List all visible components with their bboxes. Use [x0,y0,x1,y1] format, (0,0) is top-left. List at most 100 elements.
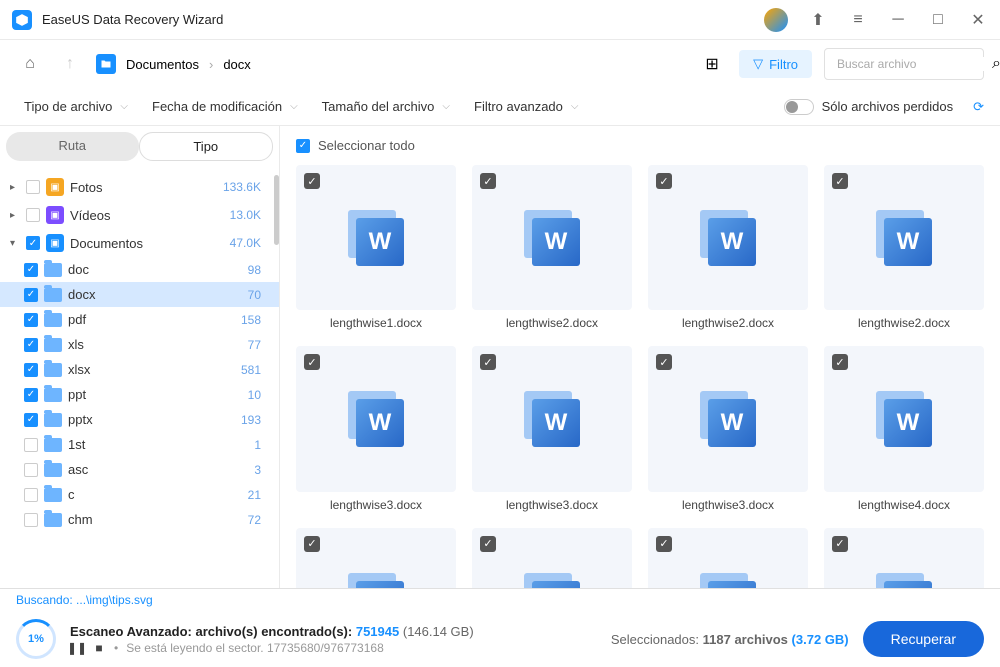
tree-subfolder[interactable]: ✓ pdf 158 [0,307,279,332]
file-checkbox[interactable]: ✓ [304,354,320,370]
filter-type[interactable]: Tipo de archivo⌵ [16,99,136,114]
view-mode-icon[interactable]: ⟳ [973,99,984,115]
checkbox[interactable] [26,208,40,222]
caret-icon[interactable]: ▸ [10,182,20,193]
tab-type[interactable]: Tipo [139,132,274,161]
filter-advanced[interactable]: Filtro avanzado⌵ [466,99,586,114]
tab-path[interactable]: Ruta [6,132,139,161]
file-checkbox[interactable]: ✓ [832,354,848,370]
checkbox[interactable]: ✓ [24,288,38,302]
file-card[interactable]: ✓ W [296,528,456,588]
checkbox[interactable] [26,180,40,194]
menu-icon[interactable]: ≡ [848,10,868,30]
chevron-down-icon: ⌵ [290,101,298,112]
minimize-icon[interactable]: ─ [888,10,908,30]
tree-category[interactable]: ▸ ▣ Fotos 133.6K [0,173,279,201]
file-checkbox[interactable]: ✓ [480,354,496,370]
file-thumb[interactable]: ✓ W [296,165,456,310]
file-checkbox[interactable]: ✓ [832,173,848,189]
checkbox[interactable] [24,513,38,527]
file-card[interactable]: ✓ W lengthwise4.docx [824,346,984,511]
tree-subfolder[interactable]: ✓ ppt 10 [0,382,279,407]
recover-button[interactable]: Recuperar [863,621,984,657]
caret-icon[interactable]: ▸ [10,210,20,221]
file-card[interactable]: ✓ W lengthwise3.docx [296,346,456,511]
file-thumb[interactable]: ✓ W [472,346,632,491]
file-card[interactable]: ✓ W lengthwise2.docx [472,165,632,330]
stop-button[interactable]: ■ [92,641,106,655]
tree-subfolder[interactable]: ✓ pptx 193 [0,407,279,432]
file-card[interactable]: ✓ W lengthwise3.docx [648,346,808,511]
breadcrumb-root[interactable]: Documentos [126,57,199,72]
tree-subfolder[interactable]: ✓ xlsx 581 [0,357,279,382]
file-checkbox[interactable]: ✓ [832,536,848,552]
maximize-icon[interactable]: □ [928,10,948,30]
tree-subfolder[interactable]: c 21 [0,482,279,507]
checkbox[interactable]: ✓ [24,313,38,327]
tree-subfolder[interactable]: 1st 1 [0,432,279,457]
checkbox[interactable] [24,438,38,452]
file-thumb[interactable]: ✓ W [648,165,808,310]
grid-view-button[interactable]: ⊞ [697,49,727,79]
file-card[interactable]: ✓ W [824,528,984,588]
file-thumb[interactable]: ✓ W [296,528,456,588]
share-icon[interactable]: ⬆ [808,10,828,30]
tree-label: ppt [68,387,242,402]
tree-subfolder[interactable]: ✓ xls 77 [0,332,279,357]
file-card[interactable]: ✓ W lengthwise2.docx [648,165,808,330]
file-thumb[interactable]: ✓ W [824,528,984,588]
select-all-checkbox[interactable]: ✓ [296,139,310,153]
filter-size[interactable]: Tamaño del archivo⌵ [314,99,458,114]
file-checkbox[interactable]: ✓ [304,536,320,552]
tree-subfolder[interactable]: chm 72 [0,507,279,532]
tree-label: Vídeos [70,208,224,223]
toggle-switch[interactable] [784,99,814,115]
file-card[interactable]: ✓ W [472,528,632,588]
close-icon[interactable]: ✕ [968,10,988,30]
search-input[interactable] [837,57,992,71]
checkbox[interactable]: ✓ [24,388,38,402]
checkbox[interactable]: ✓ [24,338,38,352]
up-button[interactable]: ↑ [56,50,84,78]
filter-button[interactable]: ▽ Filtro [739,50,812,78]
file-thumb[interactable]: ✓ W [648,346,808,491]
tree-subfolder[interactable]: asc 3 [0,457,279,482]
file-card[interactable]: ✓ W lengthwise2.docx [824,165,984,330]
select-all[interactable]: ✓ Seleccionar todo [280,126,1000,165]
file-thumb[interactable]: ✓ W [296,346,456,491]
file-card[interactable]: ✓ W lengthwise1.docx [296,165,456,330]
checkbox[interactable]: ✓ [24,263,38,277]
avatar[interactable] [764,8,788,32]
file-thumb[interactable]: ✓ W [472,165,632,310]
file-thumb[interactable]: ✓ W [824,165,984,310]
checkbox[interactable]: ✓ [24,363,38,377]
checkbox[interactable] [24,463,38,477]
file-checkbox[interactable]: ✓ [480,173,496,189]
file-checkbox[interactable]: ✓ [656,173,672,189]
file-checkbox[interactable]: ✓ [656,354,672,370]
file-card[interactable]: ✓ W [648,528,808,588]
checkbox[interactable]: ✓ [24,413,38,427]
filter-modified[interactable]: Fecha de modificación⌵ [144,99,306,114]
caret-icon[interactable]: ▾ [10,238,20,249]
home-button[interactable]: ⌂ [16,50,44,78]
scrollbar[interactable] [274,175,279,245]
file-checkbox[interactable]: ✓ [304,173,320,189]
selected-info: Seleccionados: 1187 archivos (3.72 GB) [611,632,849,647]
file-checkbox[interactable]: ✓ [656,536,672,552]
file-thumb[interactable]: ✓ W [824,346,984,491]
pause-button[interactable]: ❚❚ [70,641,84,655]
file-thumb[interactable]: ✓ W [472,528,632,588]
lost-only-toggle[interactable]: Sólo archivos perdidos [784,99,954,115]
search-box[interactable]: ⌕ [824,48,984,80]
file-thumb[interactable]: ✓ W [648,528,808,588]
tree-category[interactable]: ▾ ✓ ▣ Documentos 47.0K [0,229,279,257]
tree-subfolder[interactable]: ✓ docx 70 [0,282,279,307]
tree-subfolder[interactable]: ✓ doc 98 [0,257,279,282]
file-checkbox[interactable]: ✓ [480,536,496,552]
tree-category[interactable]: ▸ ▣ Vídeos 13.0K [0,201,279,229]
checkbox[interactable]: ✓ [26,236,40,250]
checkbox[interactable] [24,488,38,502]
search-icon[interactable]: ⌕ [992,55,1000,73]
file-card[interactable]: ✓ W lengthwise3.docx [472,346,632,511]
